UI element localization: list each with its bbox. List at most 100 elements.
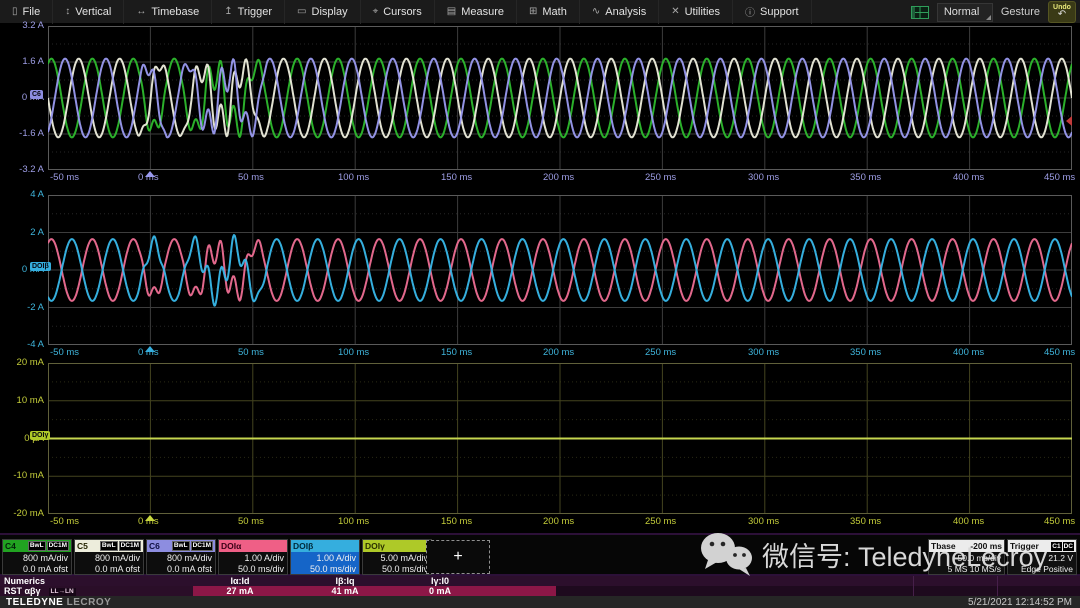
- teledyne-lecroy-logo: TELEDYNE LECROY: [6, 597, 111, 608]
- offset-or-timebase: 50.0 ms/div: [219, 564, 284, 575]
- wechat-watermark: 微信号: TeledyneLecroy: [694, 528, 1047, 580]
- numerics-value: 41 mA: [295, 586, 395, 596]
- channel-descriptor-DOIβ[interactable]: DOIβ1.00 A/div50.0 ms/div: [290, 539, 360, 575]
- scale-per-div: 800 mA/div: [147, 553, 212, 564]
- descriptor-values: 1.00 A/div50.0 ms/div: [291, 552, 359, 574]
- menu-item-measure[interactable]: ▤Measure: [435, 0, 517, 24]
- x-axis-tick: 150 ms: [441, 515, 472, 528]
- menu-item-utilities[interactable]: ✕Utilities: [659, 0, 733, 24]
- y-axis-tick: 20 mA: [2, 357, 44, 369]
- descriptor-badges: BwLDC1M: [172, 541, 213, 551]
- numerics-value: 0 mA: [390, 586, 490, 596]
- x-axis-tick: 250 ms: [645, 171, 676, 184]
- menu-item-cursors[interactable]: ⌖Cursors: [361, 0, 435, 24]
- dropdown-corner-icon: [986, 15, 991, 20]
- channel-name: C4: [5, 540, 16, 552]
- plot-area-3[interactable]: [48, 363, 1072, 514]
- menu-item-vertical[interactable]: ↕Vertical: [53, 0, 124, 24]
- undo-button[interactable]: Undo ↶: [1048, 1, 1076, 23]
- gesture-label: Gesture: [1001, 6, 1040, 18]
- zero-offset-badge-C6[interactable]: C6: [30, 90, 43, 99]
- bandwidth-limit-badge: BwL: [100, 541, 118, 551]
- descriptor-header: C5BwLDC1M: [75, 540, 143, 552]
- trigger-time-marker: [145, 515, 155, 521]
- descriptor-values: 5.00 mA/div50.0 ms/div: [363, 552, 431, 574]
- menu-item-support[interactable]: ⓘSupport: [733, 0, 812, 24]
- zero-offset-badge-DOIβ[interactable]: DOIβ: [30, 262, 51, 271]
- timebase-icon: ↔: [136, 6, 146, 17]
- trigger-coupling-badge: DC: [1063, 542, 1074, 551]
- menu-item-label: Support: [760, 6, 799, 18]
- x-axis-tick: 400 ms: [953, 346, 984, 359]
- vertical-icon: ↕: [65, 6, 70, 17]
- x-axis-tick: 450 ms: [1044, 515, 1075, 528]
- display-mode-dropdown[interactable]: Normal: [937, 3, 993, 22]
- undo-arrow-icon: ↶: [1058, 10, 1066, 20]
- grid-mode-icon[interactable]: [911, 6, 929, 19]
- scale-per-div: 1.00 A/div: [291, 553, 356, 564]
- menu-item-label: Timebase: [151, 6, 199, 18]
- x-axis-tick: 50 ms: [238, 171, 264, 184]
- menu-item-analysis[interactable]: ∿Analysis: [580, 0, 659, 24]
- display-icon: ▭: [297, 6, 306, 17]
- channel-name: C6: [149, 540, 160, 552]
- descriptor-header: C4 BwLDC1M: [3, 540, 71, 552]
- menu-item-timebase[interactable]: ↔ Timebase: [124, 0, 212, 24]
- numerics-row-label: RST αβγLL→LN: [4, 586, 76, 596]
- x-axis-tick: 50 ms: [238, 515, 264, 528]
- trigger-level-marker[interactable]: [1066, 116, 1072, 126]
- menu-right-cluster: Normal Gesture Undo ↶: [911, 0, 1076, 24]
- descriptor-values: 800 mA/div0.0 mA ofst: [147, 552, 215, 574]
- channel-descriptor-C5[interactable]: C5BwLDC1M800 mA/div0.0 mA ofst: [74, 539, 144, 575]
- descriptor-values: 800 mA/div0.0 mA ofst: [3, 552, 71, 574]
- zero-offset-badge-DOIγ[interactable]: DOIγ: [30, 431, 50, 440]
- descriptor-header: C6 BwLDC1M: [147, 540, 215, 552]
- x-axis-tick: 300 ms: [748, 171, 779, 184]
- menu-item-label: Display: [312, 6, 348, 18]
- scale-per-div: 800 mA/div: [3, 553, 68, 564]
- y-axis-tick: 1.6 A: [2, 56, 44, 68]
- oscilloscope-screen: ▯File↕Vertical↔Timebase↥Trigger▭Display⌖…: [0, 0, 1080, 608]
- x-axis-tick: 300 ms: [748, 515, 779, 528]
- x-axis-tick: 250 ms: [645, 346, 676, 359]
- x-axis-tick: -50 ms: [50, 515, 79, 528]
- y-axis-tick: -4 A: [2, 339, 44, 351]
- x-axis-tick: 400 ms: [953, 171, 984, 184]
- channel-name: DOIβ: [293, 540, 313, 552]
- menu-item-display[interactable]: ▭ Display: [285, 0, 361, 24]
- x-axis-tick: 450 ms: [1044, 346, 1075, 359]
- menu-item-label: Cursors: [383, 6, 422, 18]
- x-axis-tick: 350 ms: [850, 171, 881, 184]
- menu-item-label: Utilities: [685, 6, 720, 18]
- coupling-badge: DC1M: [191, 541, 213, 551]
- scale-per-div: 1.00 A/div: [219, 553, 284, 564]
- bandwidth-limit-badge: BwL: [28, 541, 46, 551]
- add-trace-button[interactable]: +: [426, 540, 490, 574]
- analysis-icon: ∿: [592, 6, 600, 17]
- x-axis-tick: 350 ms: [850, 346, 881, 359]
- x-axis-tick: 100 ms: [338, 515, 369, 528]
- channel-descriptor-C4[interactable]: C4 BwLDC1M800 mA/div0.0 mA ofst: [2, 539, 72, 575]
- x-axis-tick: 450 ms: [1044, 171, 1075, 184]
- trigger-icon: ↥: [224, 6, 232, 17]
- coupling-badge: DC1M: [47, 541, 69, 551]
- y-axis-tick: 4 A: [2, 189, 44, 201]
- x-axis-tick: 200 ms: [543, 515, 574, 528]
- y-axis-tick: -1.6 A: [2, 128, 44, 140]
- menu-item-math[interactable]: ⊞Math: [517, 0, 580, 24]
- menu-item-trigger[interactable]: ↥Trigger: [212, 0, 285, 24]
- plot-area-2[interactable]: [48, 195, 1072, 345]
- numerics-col-label: Iγ:I0: [390, 576, 490, 586]
- plot-area-1[interactable]: [48, 26, 1072, 170]
- watermark-text: 微信号: TeledyneLecroy: [762, 535, 1047, 574]
- x-axis-tick: 50 ms: [238, 346, 264, 359]
- channel-descriptor-DOIα[interactable]: DOIα1.00 A/div50.0 ms/div: [218, 539, 288, 575]
- x-axis-tick: 150 ms: [441, 346, 472, 359]
- channel-descriptor-C6[interactable]: C6BwLDC1M800 mA/div0.0 mA ofst: [146, 539, 216, 575]
- offset-or-timebase: 0.0 mA ofst: [147, 564, 212, 575]
- menu-bar: ▯File↕Vertical↔Timebase↥Trigger▭Display⌖…: [0, 0, 1080, 24]
- channel-descriptor-DOIγ[interactable]: DOIγ5.00 mA/div50.0 ms/div: [362, 539, 432, 575]
- numerics-value-row[interactable]: RST αβγLL→LN 27 mA 41 mA 0 mA: [0, 586, 1080, 596]
- y-axis-tick: 3.2 A: [2, 20, 44, 32]
- math-icon: ⊞: [529, 6, 537, 17]
